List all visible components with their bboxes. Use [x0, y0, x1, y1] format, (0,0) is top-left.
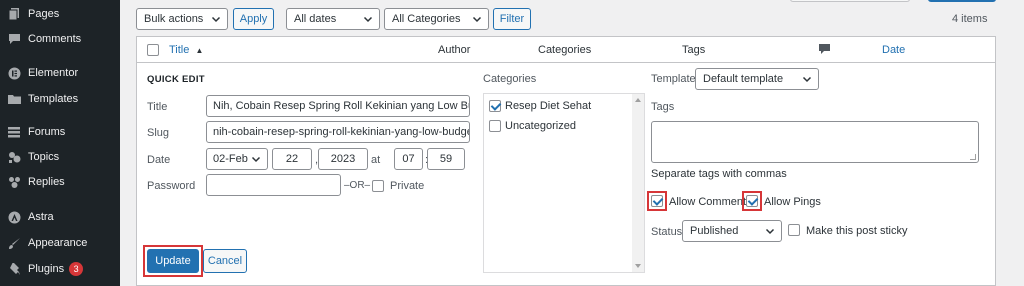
tags-textarea[interactable]: [651, 121, 979, 163]
chevron-down-icon: [472, 16, 482, 23]
chevron-down-icon: [802, 76, 812, 83]
top-cut-control[interactable]: [790, 0, 910, 2]
sidebar-item-label: Topics: [28, 151, 60, 163]
posts-table: Title ▲ Author Categories Tags Date QUIC…: [136, 36, 996, 286]
sidebar-item-label: Forums: [28, 126, 66, 138]
allow-comments-label: Allow Comments: [669, 196, 752, 208]
replies-icon: [7, 175, 21, 189]
column-categories: Categories: [538, 44, 592, 56]
slug-input[interactable]: nih-cobain-resep-spring-roll-kekinian-ya…: [206, 121, 470, 143]
title-input[interactable]: Nih, Cobain Resep Spring Roll Kekinian y…: [206, 95, 470, 117]
category-scrollbar[interactable]: [632, 94, 644, 272]
sidebar-item-label: Astra: [28, 211, 54, 223]
chevron-down-icon: [211, 16, 221, 23]
allow-pings-label: Allow Pings: [764, 196, 821, 208]
sidebar-item-label: Comments: [28, 33, 82, 45]
at-label: at: [371, 154, 381, 166]
scroll-up-icon[interactable]: [635, 98, 641, 102]
folder-icon: [7, 92, 21, 106]
day-input[interactable]: 22: [272, 148, 312, 170]
forums-icon: [7, 125, 21, 139]
comment-bubble-icon[interactable]: [819, 44, 830, 58]
private-checkbox[interactable]: [372, 180, 384, 192]
sidebar-item-appearance[interactable]: Appearance: [0, 232, 120, 254]
sidebar-item-topics[interactable]: Topics: [0, 146, 120, 168]
brush-icon: [7, 236, 21, 250]
status-label: Status: [651, 226, 683, 238]
allow-pings-checkbox[interactable]: [746, 195, 758, 207]
filter-button[interactable]: Filter: [493, 8, 531, 30]
minute-input[interactable]: 59: [427, 148, 465, 170]
apply-button[interactable]: Apply: [233, 8, 274, 30]
comments-icon: [7, 32, 21, 46]
top-cut-primary-control[interactable]: [928, 0, 996, 2]
elementor-icon: [7, 66, 21, 80]
sidebar-item-label: Replies: [28, 176, 65, 188]
status-select[interactable]: Published: [682, 220, 782, 242]
column-tags: Tags: [682, 44, 706, 56]
sidebar-item-templates[interactable]: Templates: [0, 88, 120, 110]
private-label: Private: [390, 180, 425, 192]
sticky-checkbox[interactable]: [788, 224, 800, 236]
sidebar-item-astra[interactable]: Astra: [0, 206, 120, 228]
template-select[interactable]: Default template: [695, 68, 819, 90]
topics-icon: [7, 150, 21, 164]
category-checklist: Resep Diet Sehat Uncategorized: [483, 93, 645, 273]
sidebar-item-replies[interactable]: Replies: [0, 171, 120, 193]
column-author: Author: [438, 44, 471, 56]
allow-comments-checkbox[interactable]: [651, 195, 663, 207]
bulk-actions-select[interactable]: Bulk actions: [136, 8, 228, 30]
sidebar-item-label: Appearance: [28, 237, 88, 249]
resize-handle-icon[interactable]: [970, 154, 976, 160]
tags-label: Tags: [651, 101, 675, 113]
template-label: Template: [651, 73, 696, 85]
sidebar-item-elementor[interactable]: Elementor: [0, 62, 120, 84]
password-input[interactable]: [206, 174, 341, 196]
year-input[interactable]: 2023: [318, 148, 368, 170]
chevron-down-icon: [363, 16, 373, 23]
update-button[interactable]: Update: [147, 249, 199, 273]
cancel-button[interactable]: Cancel: [203, 249, 247, 273]
select-all-checkbox[interactable]: [147, 44, 159, 56]
password-label: Password: [147, 180, 196, 192]
category-checkbox-resep-diet-sehat[interactable]: [489, 100, 501, 112]
quick-edit-heading: QUICK EDIT: [147, 74, 205, 85]
sticky-label: Make this post sticky: [806, 225, 908, 237]
hour-input[interactable]: 07: [394, 148, 423, 170]
table-header: Title ▲ Author Categories Tags Date: [137, 37, 995, 63]
title-label: Title: [147, 101, 168, 113]
category-label: Resep Diet Sehat: [505, 100, 592, 112]
sidebar-item-label: Plugins: [28, 263, 65, 275]
categories-label: Categories: [483, 73, 537, 85]
category-checkbox-uncategorized[interactable]: [489, 120, 501, 132]
category-filter-select[interactable]: All Categories: [384, 8, 489, 30]
sidebar-item-label: Templates: [28, 93, 79, 105]
scroll-down-icon[interactable]: [635, 264, 641, 268]
dates-filter-select[interactable]: All dates: [286, 8, 380, 30]
chevron-down-icon: [251, 156, 261, 163]
admin-sidebar: Pages Comments Elementor Templates Forum…: [0, 0, 120, 286]
sidebar-item-comments[interactable]: Comments: [0, 28, 120, 50]
slug-label: Slug: [147, 127, 170, 139]
category-label: Uncategorized: [505, 120, 576, 132]
astra-icon: [7, 210, 21, 224]
or-label: –OR–: [344, 180, 371, 191]
sidebar-item-pages[interactable]: Pages: [0, 3, 120, 25]
date-label: Date: [147, 154, 171, 166]
plugin-icon: [7, 262, 21, 276]
tags-hint: Separate tags with commas: [651, 168, 787, 180]
chevron-down-icon: [765, 228, 775, 235]
column-title[interactable]: Title ▲: [169, 44, 203, 56]
sidebar-item-label: Elementor: [28, 67, 79, 79]
sort-ascending-icon: ▲: [195, 46, 204, 55]
sidebar-item-forums[interactable]: Forums: [0, 121, 120, 143]
sidebar-item-label: Pages: [28, 8, 60, 20]
pages-icon: [7, 7, 21, 21]
item-count: 4 items: [952, 13, 988, 25]
month-select[interactable]: 02-Feb: [206, 148, 268, 170]
sidebar-item-plugins[interactable]: Plugins 3: [0, 258, 120, 280]
column-date[interactable]: Date: [882, 44, 905, 56]
plugin-update-badge: 3: [69, 262, 84, 276]
